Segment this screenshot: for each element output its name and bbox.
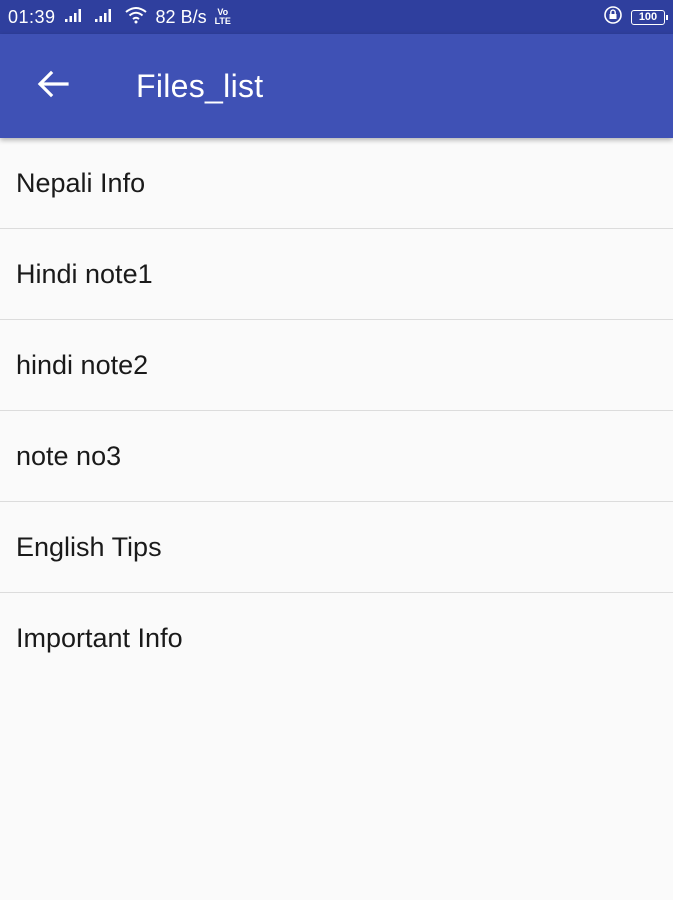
status-left: 01:39 82 B/s Vo LTE: [8, 6, 231, 29]
status-time: 01:39: [8, 6, 56, 27]
volte-icon: Vo LTE: [215, 8, 231, 26]
battery-level: 100: [638, 11, 658, 23]
list-item-hindi-note1[interactable]: Hindi note1: [0, 229, 673, 320]
wifi-icon: [124, 6, 148, 29]
page-title: Files_list: [136, 67, 264, 104]
status-bar: 01:39 82 B/s Vo LTE 100: [0, 0, 673, 34]
status-right: 100: [603, 5, 668, 30]
list-item-english-tips[interactable]: English Tips: [0, 502, 673, 593]
app-bar: Files_list: [0, 34, 673, 138]
list-item-note-no3[interactable]: note no3: [0, 411, 673, 502]
list-item-hindi-note2[interactable]: hindi note2: [0, 320, 673, 411]
file-list: Nepali Info Hindi note1 hindi note2 note…: [0, 138, 673, 684]
list-item-label: hindi note2: [16, 349, 149, 380]
list-item-nepali-info[interactable]: Nepali Info: [0, 138, 673, 229]
signal-strength-icon: [64, 7, 86, 28]
network-speed: 82 B/s: [155, 6, 207, 27]
rotation-lock-icon: [603, 5, 623, 30]
battery-icon: 100: [631, 9, 668, 25]
list-item-label: Nepali Info: [16, 167, 146, 198]
arrow-left-icon: [36, 69, 70, 104]
list-item-label: note no3: [16, 440, 122, 471]
signal-strength-icon-2: [94, 7, 116, 28]
volte-bottom: LTE: [214, 16, 231, 26]
list-item-important-info[interactable]: Important Info: [0, 593, 673, 684]
list-item-label: English Tips: [16, 531, 162, 562]
list-item-label: Hindi note1: [16, 258, 153, 289]
list-item-label: Important Info: [16, 623, 183, 653]
back-button[interactable]: [25, 58, 81, 114]
